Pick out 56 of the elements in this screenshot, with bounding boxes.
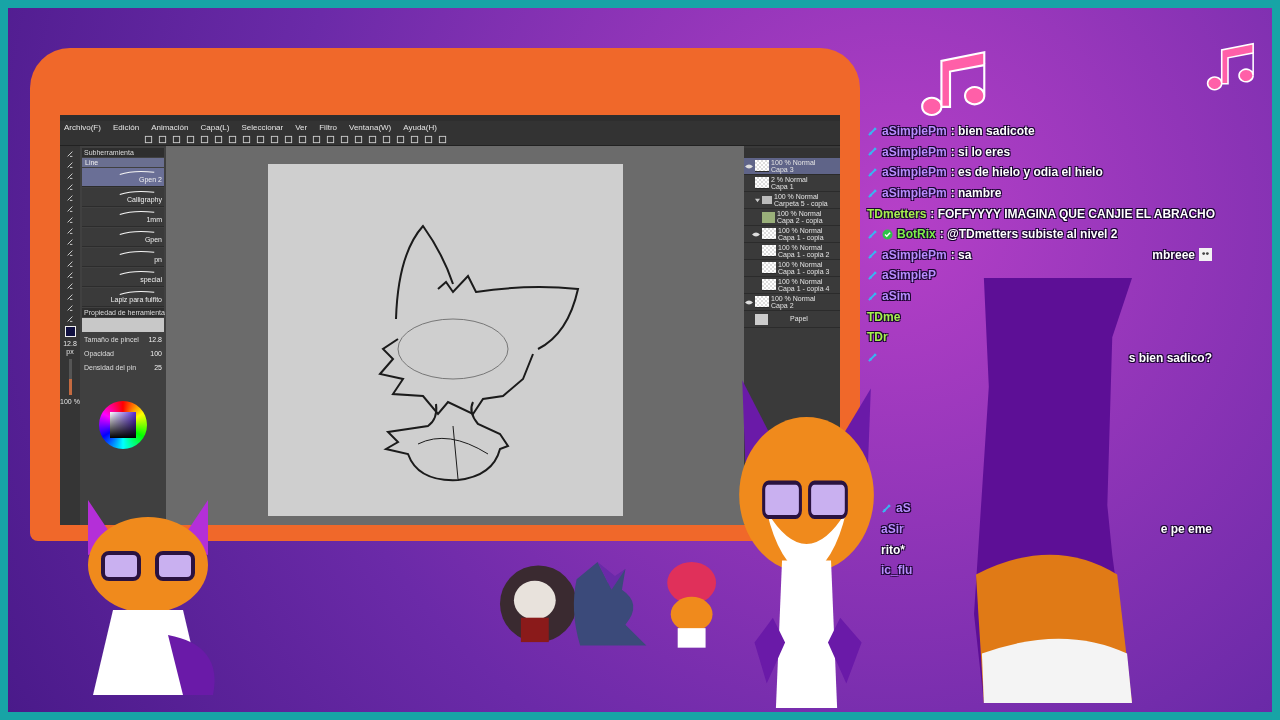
tool-icon[interactable] xyxy=(66,150,74,158)
tool-icon[interactable] xyxy=(66,227,74,235)
chat-username[interactable]: TDme xyxy=(867,309,901,324)
chat-message: : bien sadicote xyxy=(950,124,1035,139)
chat-message: : FOFFYYYY IMAGINA QUE CANJIE EL ABRACHO xyxy=(930,206,1216,221)
chat-message: mbreee xyxy=(1152,247,1195,262)
tool-icon[interactable] xyxy=(66,304,74,312)
layer-thumbnail xyxy=(755,160,769,172)
eye-icon[interactable] xyxy=(745,299,753,305)
caret-icon[interactable] xyxy=(755,197,760,203)
color-picker-square[interactable] xyxy=(110,412,136,438)
tool-icon[interactable] xyxy=(66,161,74,169)
layer-thumbnail xyxy=(762,262,776,274)
layer-thumbnail xyxy=(762,245,776,257)
tool-icon[interactable] xyxy=(66,183,74,191)
eye-icon[interactable] xyxy=(745,163,753,169)
tool-icon[interactable] xyxy=(66,172,74,180)
tool-icon[interactable] xyxy=(66,194,74,202)
tool-icon[interactable] xyxy=(66,205,74,213)
menu-item[interactable]: Capa(L) xyxy=(200,122,230,132)
chat-message: : @TDmetters subiste al nivel 2 xyxy=(939,227,1118,242)
layer-thumbnail xyxy=(755,177,769,189)
layer-thumbnail xyxy=(762,228,776,240)
chat-message: : sa xyxy=(950,247,972,262)
chat-username[interactable]: TDr xyxy=(867,330,888,345)
size-slider[interactable] xyxy=(68,359,72,395)
tool-icon[interactable] xyxy=(66,315,74,323)
tool-icon[interactable] xyxy=(66,238,74,246)
menu-item[interactable]: Filtro xyxy=(319,122,337,132)
menu-item[interactable]: Seleccionar xyxy=(241,122,284,132)
chat-message: : si lo eres xyxy=(950,144,1011,159)
color-swatch[interactable] xyxy=(64,326,76,337)
layer-thumbnail xyxy=(762,279,776,291)
chat-message: e pe eme xyxy=(1160,522,1212,536)
tool-icon[interactable] xyxy=(66,282,74,290)
chat-message: : nambre xyxy=(950,186,1002,201)
tool-icon[interactable] xyxy=(66,216,74,224)
chat-message: s bien sadico? xyxy=(1128,350,1212,365)
tool-icon[interactable] xyxy=(66,293,74,301)
tool-icon[interactable] xyxy=(66,249,74,257)
tool-icon[interactable] xyxy=(66,260,74,268)
menu-item[interactable]: Archivo(F) xyxy=(64,122,101,132)
color-wheel[interactable] xyxy=(99,401,147,449)
chat-message: : es de hielo y odia el hielo xyxy=(950,165,1103,180)
menu-item[interactable]: Ver xyxy=(295,122,308,132)
tool-icon[interactable] xyxy=(66,271,74,279)
menu-item[interactable]: Ventana(W) xyxy=(349,122,392,132)
layer-thumbnail xyxy=(755,313,768,325)
menu-item[interactable]: Ayuda(H) xyxy=(403,122,437,132)
chat-message: rito* xyxy=(881,542,905,557)
eye-icon[interactable] xyxy=(752,231,760,237)
layer-thumbnail xyxy=(762,196,772,204)
menu-item[interactable]: Animación xyxy=(151,122,189,132)
layer-thumbnail xyxy=(755,296,769,308)
layer-thumbnail xyxy=(762,211,775,223)
menu-item[interactable]: Edición xyxy=(112,122,140,132)
